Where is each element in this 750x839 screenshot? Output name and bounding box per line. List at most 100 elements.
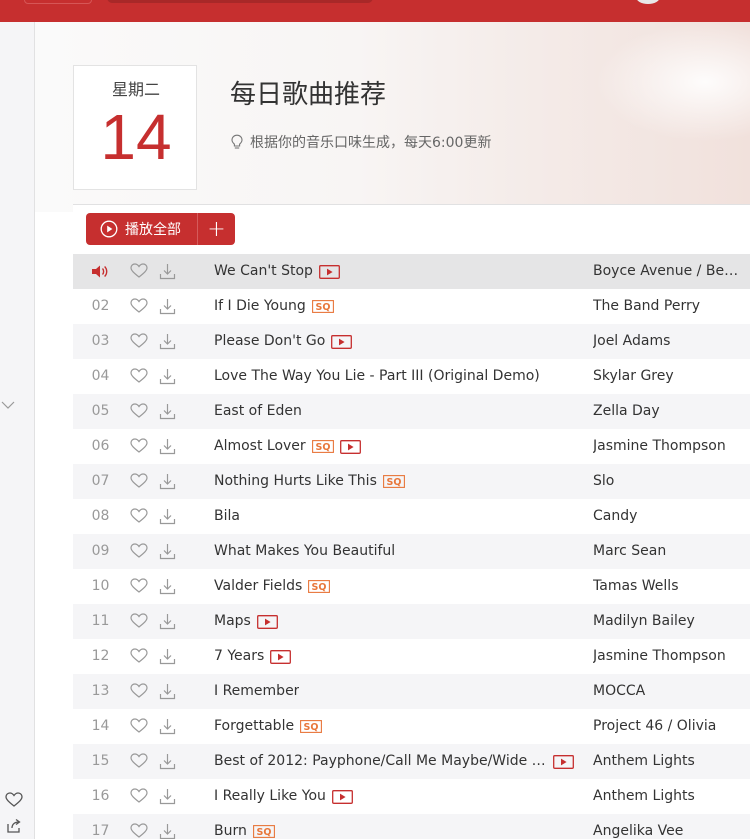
heart-icon[interactable] <box>130 263 148 279</box>
song-index: 02 <box>91 298 110 314</box>
song-artist[interactable]: Project 46 / Olivia <box>593 709 743 744</box>
song-artist[interactable]: Anthem Lights <box>593 744 743 779</box>
song-row[interactable]: 10 Valder Fields SQ Tamas Wells <box>73 569 750 604</box>
heart-icon[interactable] <box>130 578 148 594</box>
heart-icon[interactable] <box>130 298 148 314</box>
add-all-button[interactable]: + <box>198 213 235 245</box>
song-row[interactable]: 08 Bila Candy <box>73 499 750 534</box>
song-title: Bila <box>214 508 240 524</box>
song-row[interactable]: 09 What Makes You Beautiful Marc Sean <box>73 534 750 569</box>
main-content: 星期二 14 每日歌曲推荐 根据你的音乐口味生成，每天6:00更新 播放全部 +… <box>35 22 750 839</box>
song-artist[interactable]: Jasmine Thompson <box>593 429 743 464</box>
download-icon[interactable] <box>159 473 176 490</box>
share-icon[interactable] <box>6 818 22 834</box>
title-bar <box>0 0 750 22</box>
song-artist[interactable]: Tamas Wells <box>593 569 743 604</box>
song-row[interactable]: 13 I Remember MOCCA <box>73 674 750 709</box>
bulb-icon <box>231 134 243 149</box>
history-nav-buttons[interactable] <box>24 0 92 4</box>
song-row[interactable]: 16 I Really Like You Anthem Lights <box>73 779 750 814</box>
song-artist[interactable]: Joel Adams <box>593 324 743 359</box>
download-icon[interactable] <box>159 333 176 350</box>
download-icon[interactable] <box>159 543 176 560</box>
sq-icon: SQ <box>382 475 405 488</box>
song-artist[interactable]: Marc Sean <box>593 534 743 569</box>
heart-icon[interactable] <box>130 438 148 454</box>
heart-icon[interactable] <box>130 718 148 734</box>
heart-icon[interactable] <box>130 333 148 349</box>
song-index: 04 <box>91 368 110 384</box>
play-all-button[interactable]: 播放全部 <box>86 213 198 245</box>
song-title: I Remember <box>214 683 300 699</box>
search-input[interactable] <box>107 0 373 3</box>
song-artist[interactable]: Candy <box>593 499 743 534</box>
song-artist[interactable]: Anthem Lights <box>593 779 743 814</box>
heart-icon[interactable] <box>130 613 148 629</box>
song-row[interactable]: 07 Nothing Hurts Like This SQ Slo <box>73 464 750 499</box>
download-icon[interactable] <box>159 823 176 839</box>
download-icon[interactable] <box>159 683 176 700</box>
chevron-down-icon[interactable] <box>0 398 16 412</box>
song-title-cell: We Can't Stop <box>214 254 340 289</box>
song-row[interactable]: 12 7 Years Jasmine Thompson <box>73 639 750 674</box>
heart-icon[interactable] <box>5 792 23 808</box>
mv-icon[interactable] <box>270 649 292 664</box>
song-artist[interactable]: Slo <box>593 464 743 499</box>
download-icon[interactable] <box>159 263 176 280</box>
date-card: 星期二 14 <box>73 65 197 190</box>
song-row[interactable]: 04 Love The Way You Lie - Part III (Origi… <box>73 359 750 394</box>
song-artist[interactable]: Zella Day <box>593 394 743 429</box>
heart-icon[interactable] <box>130 753 148 769</box>
download-icon[interactable] <box>159 403 176 420</box>
mv-icon[interactable] <box>256 614 278 629</box>
song-title-cell: I Really Like You <box>214 779 353 814</box>
mv-icon[interactable] <box>339 439 361 454</box>
song-row[interactable]: 14 Forgettable SQ Project 46 / Olivia <box>73 709 750 744</box>
download-icon[interactable] <box>159 753 176 770</box>
song-artist[interactable]: Skylar Grey <box>593 359 743 394</box>
song-title-cell: 7 Years <box>214 639 292 674</box>
download-icon[interactable] <box>159 718 176 735</box>
mv-icon[interactable] <box>331 334 353 349</box>
mv-icon[interactable] <box>553 754 574 769</box>
heart-icon[interactable] <box>130 788 148 804</box>
song-row[interactable]: 02 If I Die Young SQ The Band Perry <box>73 289 750 324</box>
download-icon[interactable] <box>159 368 176 385</box>
song-row[interactable]: 06 Almost Lover SQ Jasmine Thompson <box>73 429 750 464</box>
mv-icon[interactable] <box>331 789 353 804</box>
song-row[interactable]: 17 Burn SQ Angelika Vee <box>73 814 750 839</box>
song-title: Please Don't Go <box>214 333 326 349</box>
svg-text:SQ: SQ <box>304 722 319 733</box>
hero-glow <box>595 22 750 142</box>
song-artist[interactable]: The Band Perry <box>593 289 743 324</box>
song-artist[interactable]: Angelika Vee <box>593 814 743 839</box>
song-title-cell: Maps <box>214 604 278 639</box>
mv-icon[interactable] <box>318 264 340 279</box>
avatar[interactable] <box>636 0 660 4</box>
heart-icon[interactable] <box>130 683 148 699</box>
download-icon[interactable] <box>159 788 176 805</box>
heart-icon[interactable] <box>130 508 148 524</box>
song-artist[interactable]: MOCCA <box>593 674 743 709</box>
song-artist[interactable]: Boyce Avenue / Bea Miller <box>593 254 743 289</box>
download-icon[interactable] <box>159 438 176 455</box>
heart-icon[interactable] <box>130 543 148 559</box>
heart-icon[interactable] <box>130 823 148 839</box>
heart-icon[interactable] <box>130 368 148 384</box>
heart-icon[interactable] <box>130 473 148 489</box>
heart-icon[interactable] <box>130 403 148 419</box>
song-row[interactable]: We Can't Stop Boyce Avenue / Bea Miller <box>73 254 750 289</box>
download-icon[interactable] <box>159 298 176 315</box>
download-icon[interactable] <box>159 508 176 525</box>
song-artist[interactable]: Madilyn Bailey <box>593 604 743 639</box>
download-icon[interactable] <box>159 648 176 665</box>
song-artist[interactable]: Jasmine Thompson <box>593 639 743 674</box>
song-row[interactable]: 11 Maps Madilyn Bailey <box>73 604 750 639</box>
song-row[interactable]: 15 Best of 2012: Payphone/Call Me Maybe/W… <box>73 744 750 779</box>
download-icon[interactable] <box>159 613 176 630</box>
song-row[interactable]: 03 Please Don't Go Joel Adams <box>73 324 750 359</box>
heart-icon[interactable] <box>130 648 148 664</box>
download-icon[interactable] <box>159 578 176 595</box>
song-title-cell: Burn SQ <box>214 814 275 839</box>
song-row[interactable]: 05 East of Eden Zella Day <box>73 394 750 429</box>
